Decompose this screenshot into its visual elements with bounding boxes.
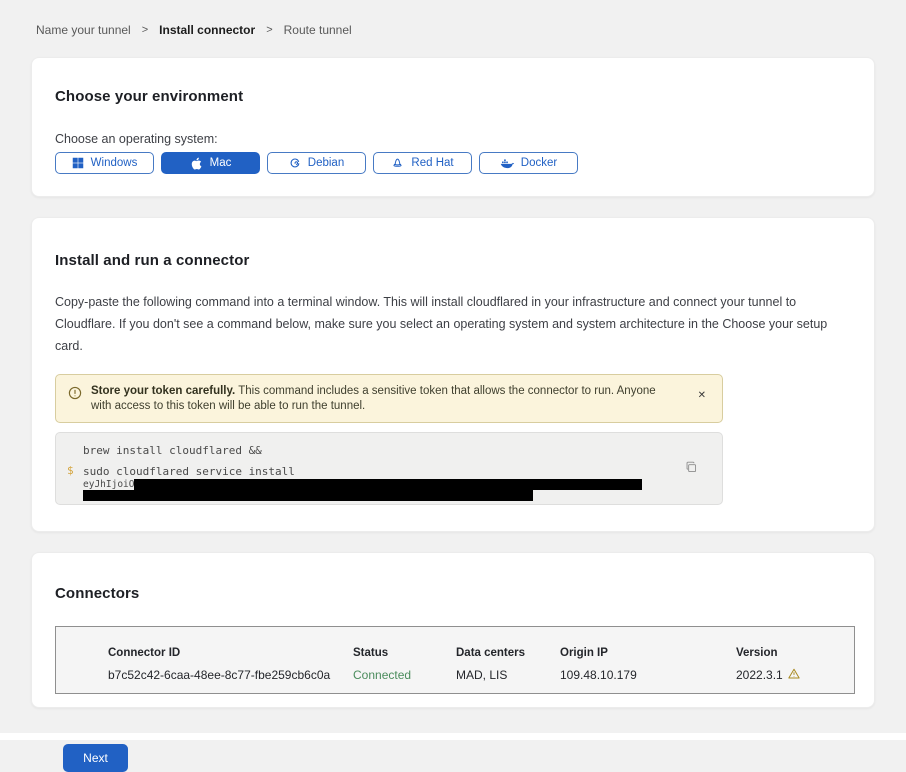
connector-table-row: b7c52c42-6caa-48ee-8c77-fbe259cb6c0a Con… [108,668,834,682]
token-prefix: eyJhIjoiO [83,479,134,490]
next-button[interactable]: Next [63,744,128,772]
apple-logo-icon [190,157,203,170]
terminal-prompt: $ [67,464,74,477]
breadcrumb-separator-icon: > [266,24,272,36]
close-warning-button[interactable]: ✕ [698,390,706,401]
debian-logo-icon [289,157,301,169]
breadcrumb-separator-icon: > [142,24,148,36]
os-button-redhat[interactable]: Red Hat [373,152,472,174]
os-button-group: Windows Mac Debian [55,152,851,174]
token-warning-text: Store your token carefully. This command… [91,384,666,414]
redhat-logo-icon [391,157,404,170]
column-header-origin-ip: Origin IP [560,647,736,659]
os-select-label: Choose an operating system: [55,132,851,146]
connector-data-centers-value: MAD, LIS [456,668,560,682]
installer-card: Install and run a connector Copy-paste t… [31,217,875,532]
column-header-connector-id: Connector ID [108,647,353,659]
copy-command-button[interactable] [685,461,698,477]
page-bottom-strip [0,733,906,740]
install-command-block: $ brew install cloudflared && sudo cloud… [55,432,723,505]
docker-logo-icon [500,157,514,169]
windows-logo-icon [72,157,84,169]
connectors-table-header: Connector ID Status Data centers Origin … [108,647,834,659]
column-header-status: Status [353,647,456,659]
installer-description: Copy-paste the following command into a … [55,291,850,357]
os-button-label: Debian [308,157,344,169]
redacted-token-bar [134,479,642,490]
copy-icon [685,462,698,477]
install-command-line2: sudo cloudflared service install [83,465,722,478]
connectors-table: Connector ID Status Data centers Origin … [55,626,855,694]
connector-id-value: b7c52c42-6caa-48ee-8c77-fbe259cb6c0a [108,668,353,682]
warning-triangle-icon [788,668,800,682]
connector-origin-ip-value: 109.48.10.179 [560,668,736,682]
os-button-debian[interactable]: Debian [267,152,366,174]
breadcrumb-step-name-your-tunnel[interactable]: Name your tunnel [36,23,131,37]
token-warning-title: Store your token carefully. [91,385,235,397]
os-button-mac[interactable]: Mac [161,152,260,174]
breadcrumb-step-install-connector[interactable]: Install connector [159,23,255,37]
connectors-card: Connectors Connector ID Status Data cent… [31,552,875,708]
token-warning-banner: Store your token carefully. This command… [55,374,723,423]
redacted-token-bar [83,490,533,501]
connectors-card-title: Connectors [55,585,851,602]
column-header-data-centers: Data centers [456,647,560,659]
connector-status-badge: Connected [353,668,456,682]
alert-circle-icon [68,384,82,405]
install-command-token: eyJhIjoiO [83,479,722,490]
tunnel-setup-page: Name your tunnel > Install connector > R… [0,0,906,772]
installer-card-title: Install and run a connector [55,252,851,269]
install-command-line1: brew install cloudflared && [83,444,722,457]
breadcrumb: Name your tunnel > Install connector > R… [31,23,875,37]
os-button-label: Red Hat [411,157,453,169]
version-number: 2022.3.1 [736,668,783,682]
os-button-docker[interactable]: Docker [479,152,578,174]
os-button-label: Windows [91,157,138,169]
connector-version-value: 2022.3.1 [736,668,834,682]
environment-card: Choose your environment Choose an operat… [31,57,875,197]
os-button-label: Mac [210,157,232,169]
breadcrumb-step-route-tunnel[interactable]: Route tunnel [284,23,352,37]
environment-card-title: Choose your environment [55,88,851,105]
os-button-windows[interactable]: Windows [55,152,154,174]
column-header-version: Version [736,647,834,659]
os-button-label: Docker [521,157,557,169]
